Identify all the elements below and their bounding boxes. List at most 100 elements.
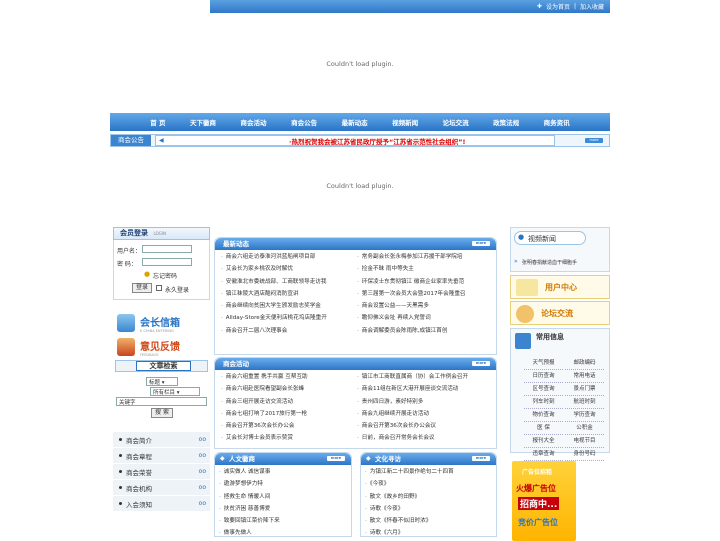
- news-item[interactable]: 商会继续向贫困大学生颁发励志奖学金: [221, 300, 327, 312]
- news-item[interactable]: 商会六组走访泰淮河洪蓝船闸项目部: [221, 251, 327, 263]
- search-button[interactable]: 搜 索: [151, 408, 173, 418]
- info-link[interactable]: 景点门票: [565, 384, 604, 396]
- list-item[interactable]: 为镇江新二十四景作绝句二十四首: [365, 466, 454, 478]
- list-item[interactable]: 遨游梦想伊力特: [219, 478, 280, 490]
- set-home-link[interactable]: 设为首页: [546, 2, 570, 11]
- news-item[interactable]: 捡金不昧 雨中等失主: [357, 263, 466, 275]
- nav-activities[interactable]: 商会活动: [241, 117, 267, 127]
- info-link[interactable]: 违章查询: [524, 449, 563, 461]
- username-input[interactable]: [142, 245, 192, 253]
- news-item[interactable]: 商会三组开展走访交流活动: [221, 396, 308, 408]
- left-nav-charter[interactable]: 商会章程 oo: [113, 448, 210, 464]
- mailbox-en: E-CHINA ENTERING: [140, 328, 174, 333]
- remember-checkbox[interactable]: [156, 285, 162, 291]
- add-favorite-link[interactable]: 加入收藏: [580, 2, 604, 11]
- remember-label: 永久登录: [165, 287, 190, 294]
- list-item[interactable]: 做事先做人: [219, 527, 280, 539]
- list-item[interactable]: 散文《怀春不似旧时浓》: [365, 515, 454, 527]
- list-item[interactable]: 诗歌《六月》: [365, 527, 454, 539]
- news-item[interactable]: 瞻仰佛义会址 再续入党誓词: [357, 312, 466, 324]
- nav-video[interactable]: 视频新闻: [392, 117, 418, 127]
- info-link[interactable]: 天气预报: [524, 358, 563, 370]
- list-item[interactable]: 拯救生命 情暖人间: [219, 491, 280, 503]
- user-center-banner[interactable]: 用户中心: [510, 275, 610, 299]
- login-button[interactable]: 登录: [132, 283, 152, 293]
- culture-more[interactable]: more: [472, 456, 490, 461]
- notice-text[interactable]: ·热烈祝贺我会被江苏省民政厅授予“江苏省示范性社会组织”!: [289, 136, 465, 146]
- news-item[interactable]: 商会设置公益——天黑需多: [357, 300, 466, 312]
- news-item[interactable]: 商会六组赴医院看望副会长张峰: [221, 383, 308, 395]
- list-item[interactable]: 扶贫济困 慈善博爱: [219, 503, 280, 515]
- list-item[interactable]: 散文《故乡的田野》: [365, 491, 454, 503]
- password-input[interactable]: [142, 258, 192, 266]
- list-item[interactable]: 诗歌《今夜》: [365, 503, 454, 515]
- right-column: ● 视频新闻 » 张明春捐献造血干细胞手 用户中心 论坛交流 常用信息 天气预报…: [510, 227, 610, 541]
- info-link[interactable]: 公积金: [565, 423, 604, 435]
- left-nav-join[interactable]: 入会须知 oo: [113, 496, 210, 512]
- news-item[interactable]: 常务副会长张永梅参加江苏援干部学院培: [357, 251, 466, 263]
- news-item[interactable]: 第三届第一次会员大会暨2017年会隆重召: [357, 288, 466, 300]
- list-item[interactable]: 《今夜》: [365, 478, 454, 490]
- left-nav-honors[interactable]: 商会荣誉 oo: [113, 464, 210, 480]
- news-item[interactable]: 艾会长对博士会员表示赞赏: [221, 432, 308, 444]
- mailbox-banner[interactable]: 会长信箱 E-CHINA ENTERING: [113, 312, 210, 334]
- activities-more[interactable]: more: [472, 361, 490, 366]
- news-item[interactable]: 日前，商会召开常务会长会议: [357, 432, 468, 444]
- nav-business[interactable]: 商务资讯: [544, 117, 570, 127]
- video-caption[interactable]: 张明春捐献造血干细胞手: [522, 259, 577, 266]
- humanities-section: ◆ 人文徽商more 诚实做人 诚信谋事 遨游梦想伊力特 拯救生命 情暖人间 扶…: [214, 452, 352, 537]
- forgot-password-link[interactable]: 忘记密码: [153, 271, 177, 280]
- home-icon: ✚: [536, 3, 542, 10]
- info-link[interactable]: 医 保: [524, 423, 563, 435]
- ad-text-2: 火爆广告位: [516, 484, 556, 493]
- forum-banner[interactable]: 论坛交流: [510, 301, 610, 325]
- left-nav-organization[interactable]: 商会机构 oo: [113, 480, 210, 496]
- info-link[interactable]: 身份号码: [565, 449, 604, 461]
- nav-latest[interactable]: 最新动态: [342, 117, 368, 127]
- culture-section: ◆ 文化寻访more 为镇江新二十四景作绝句二十四首 《今夜》 散文《故乡的田野…: [360, 452, 497, 537]
- humanities-more[interactable]: more: [327, 456, 345, 461]
- news-item[interactable]: 贵州四日游，素好特别多: [357, 396, 468, 408]
- info-link[interactable]: 航班时刻: [565, 397, 604, 409]
- news-item[interactable]: 镇江市工商联直属商（协）会工作例会召开: [357, 371, 468, 383]
- news-item[interactable]: 商会九组继续开展走访活动: [357, 408, 468, 420]
- feedback-banner[interactable]: 意见反馈 FEEDBACK: [113, 336, 210, 358]
- news-item[interactable]: 商会召开第36次会长办公会: [221, 420, 308, 432]
- news-item[interactable]: Allday-Store金天便利店桃花坞店隆重开: [221, 312, 327, 324]
- info-link[interactable]: 电视节目: [565, 436, 604, 448]
- info-link[interactable]: 列车时刻: [524, 397, 563, 409]
- latest-news-more[interactable]: more: [472, 241, 490, 246]
- login-subtitle: LOGIN: [153, 231, 166, 236]
- news-item[interactable]: 镇江秣陵大酒店酷闷消防宣讲: [221, 288, 327, 300]
- news-item[interactable]: 商会七组打响了2017旅行第一枪: [221, 408, 308, 420]
- info-link[interactable]: 学历查询: [565, 410, 604, 422]
- keyword-input[interactable]: 关键字: [116, 397, 207, 406]
- news-item[interactable]: 艾会长为家乡桃农及时解忧: [221, 263, 327, 275]
- info-link[interactable]: 报刊大全: [524, 436, 563, 448]
- info-link[interactable]: 日历查询: [524, 371, 563, 383]
- nav-forum[interactable]: 论坛交流: [443, 117, 469, 127]
- column-select[interactable]: 所有栏目 ▾: [150, 387, 200, 396]
- info-link[interactable]: 区号查询: [524, 384, 563, 396]
- info-link[interactable]: 邮政编码: [565, 358, 604, 370]
- list-item[interactable]: 诚实做人 诚信谋事: [219, 466, 280, 478]
- news-item[interactable]: 安徽淮北市委统战部、工商联领导走访我: [221, 276, 327, 288]
- list-item[interactable]: 致要回镇江菜价降下来: [219, 515, 280, 527]
- activities-right: 镇江市工商联直属商（协）会工作例会召开 商会11组在新区大港开展座谈交流活动 贵…: [357, 371, 468, 445]
- nav-announcements[interactable]: 商会公告: [291, 117, 317, 127]
- news-item[interactable]: 商会六组重置 携手共赢 互帮互助: [221, 371, 308, 383]
- notice-more-button[interactable]: more: [585, 138, 603, 143]
- info-link[interactable]: 常用电话: [565, 371, 604, 383]
- news-item[interactable]: 商会召开第36次会长办公会议: [357, 420, 468, 432]
- nav-home[interactable]: 首 页: [150, 117, 165, 127]
- ad-banner[interactable]: 广告位招租 火爆广告位 招商中... 竞价广告位: [512, 461, 576, 541]
- news-item[interactable]: 商会11组在新区大港开展座谈交流活动: [357, 383, 468, 395]
- news-item[interactable]: 商会调解委员会陈雨陈,成镇江首创: [357, 325, 466, 337]
- news-item[interactable]: 环保凌士东贯彻镇江 徽商企业家率先垂范: [357, 276, 466, 288]
- info-link[interactable]: 物价查询: [524, 410, 563, 422]
- field-select[interactable]: 标题 ▾: [146, 377, 178, 386]
- latest-news-right: 常务副会长张永梅参加江苏援干部学院培 捡金不昧 雨中等失主 环保凌士东贯彻镇江 …: [357, 251, 466, 337]
- news-item[interactable]: 商会召开二届八次理事会: [221, 325, 327, 337]
- nav-anhui-merchants[interactable]: 天下徽商: [190, 117, 216, 127]
- nav-policy[interactable]: 政策法规: [493, 117, 519, 127]
